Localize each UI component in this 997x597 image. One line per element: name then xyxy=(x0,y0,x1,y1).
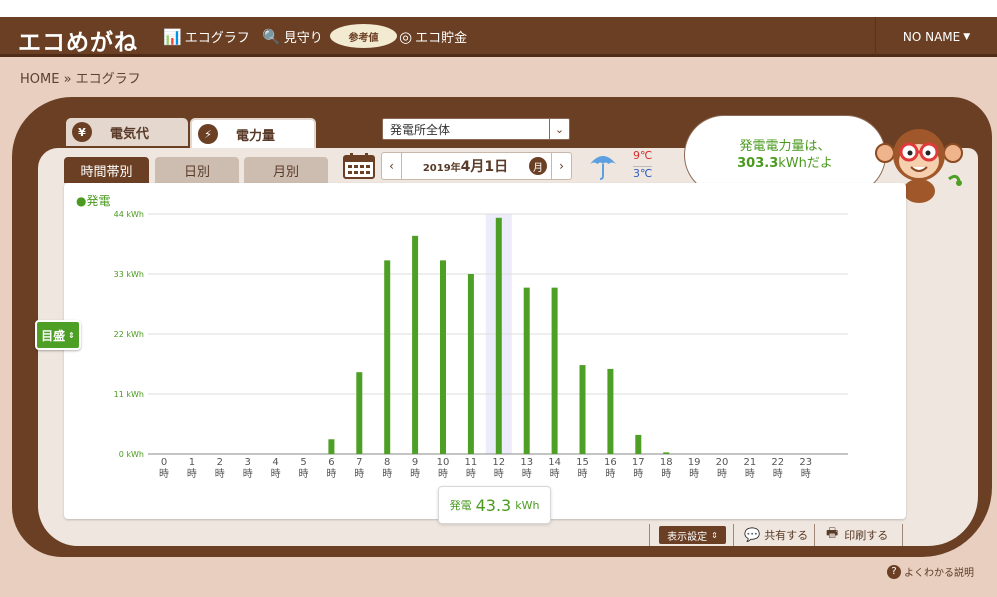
x-tick-suffix: 時 xyxy=(410,468,420,480)
help-link[interactable]: ? よくわかる説明 xyxy=(887,564,974,579)
y-tick-label: 33 kWh xyxy=(114,270,144,279)
x-tick-suffix: 時 xyxy=(271,468,281,480)
x-tick-label: 14 xyxy=(548,457,561,468)
divider xyxy=(902,524,903,546)
bar xyxy=(495,217,502,454)
x-tick-label: 5 xyxy=(300,457,306,468)
printer-icon: 🖶 xyxy=(826,526,839,541)
bar xyxy=(523,287,530,454)
x-tick-label: 22 xyxy=(771,457,784,468)
x-tick-label: 15 xyxy=(576,457,589,468)
x-tick-suffix: 時 xyxy=(605,468,615,480)
display-settings-button[interactable]: 表示設定 ⇕ xyxy=(659,526,726,544)
x-tick-label: 2 xyxy=(217,457,223,468)
bar xyxy=(607,368,614,454)
x-tick-suffix: 時 xyxy=(773,468,783,480)
bar xyxy=(635,434,642,454)
x-tick-suffix: 時 xyxy=(745,468,755,480)
bar xyxy=(384,260,391,454)
y-tick-label: 11 kWh xyxy=(114,390,144,399)
x-tick-suffix: 時 xyxy=(187,468,197,480)
x-tick-label: 20 xyxy=(716,457,729,468)
x-tick-label: 4 xyxy=(272,457,278,468)
x-tick-label: 6 xyxy=(328,457,334,468)
x-tick-suffix: 時 xyxy=(522,468,532,480)
y-tick-label: 0 kWh xyxy=(119,450,144,459)
x-tick-label: 17 xyxy=(632,457,645,468)
bar xyxy=(328,439,335,454)
x-tick-label: 10 xyxy=(437,457,450,468)
x-tick-suffix: 時 xyxy=(550,468,560,480)
bar xyxy=(579,365,586,454)
bar xyxy=(663,452,670,454)
x-tick-suffix: 時 xyxy=(438,468,448,480)
x-tick-suffix: 時 xyxy=(243,468,253,480)
x-tick-suffix: 時 xyxy=(633,468,643,480)
question-icon: ? xyxy=(887,564,901,579)
x-tick-label: 3 xyxy=(245,457,251,468)
tooltip-label: 発電 xyxy=(449,499,472,512)
x-tick-label: 0 xyxy=(161,457,167,468)
x-tick-label: 19 xyxy=(688,457,701,468)
divider xyxy=(649,524,650,546)
x-tick-suffix: 時 xyxy=(494,468,504,480)
bar xyxy=(412,235,419,454)
y-tick-label: 22 kWh xyxy=(114,330,144,339)
divider xyxy=(814,524,815,546)
x-tick-label: 8 xyxy=(384,457,390,468)
bar xyxy=(440,260,446,454)
x-tick-label: 7 xyxy=(356,457,362,468)
x-tick-suffix: 時 xyxy=(689,468,699,480)
x-tick-suffix: 時 xyxy=(717,468,727,480)
x-tick-suffix: 時 xyxy=(578,468,588,480)
bar xyxy=(551,287,558,454)
y-tick-label: 44 kWh xyxy=(114,210,144,219)
x-tick-label: 9 xyxy=(412,457,418,468)
share-label: 共有する xyxy=(764,529,809,542)
tooltip-value: 43.3 xyxy=(475,495,512,515)
x-tick-label: 23 xyxy=(799,457,812,468)
divider xyxy=(733,524,734,546)
display-settings-label: 表示設定 xyxy=(667,531,708,543)
x-tick-label: 13 xyxy=(520,457,533,468)
sort-arrows-icon: ⇕ xyxy=(711,530,718,540)
x-tick-suffix: 時 xyxy=(326,468,336,480)
x-tick-label: 16 xyxy=(604,457,617,468)
x-tick-suffix: 時 xyxy=(382,468,392,480)
bar xyxy=(467,274,474,454)
print-button[interactable]: 🖶 印刷する xyxy=(826,524,888,546)
x-tick-suffix: 時 xyxy=(354,468,364,480)
x-tick-suffix: 時 xyxy=(801,468,811,480)
share-button[interactable]: 💬 共有する xyxy=(744,524,808,546)
print-label: 印刷する xyxy=(844,529,889,542)
speech-bubble-icon: 💬 xyxy=(744,527,761,543)
tooltip-unit: kWh xyxy=(515,498,540,512)
bar xyxy=(356,372,363,454)
x-tick-suffix: 時 xyxy=(466,468,476,480)
value-tooltip: 発電 43.3 kWh xyxy=(438,486,551,524)
x-tick-label: 18 xyxy=(660,457,673,468)
x-tick-label: 11 xyxy=(465,457,478,468)
x-tick-suffix: 時 xyxy=(215,468,225,480)
x-tick-label: 12 xyxy=(492,457,505,468)
help-label: よくわかる説明 xyxy=(904,568,974,579)
x-tick-label: 21 xyxy=(744,457,757,468)
x-tick-suffix: 時 xyxy=(661,468,671,480)
x-tick-label: 1 xyxy=(189,457,195,468)
x-tick-suffix: 時 xyxy=(159,468,169,480)
x-tick-suffix: 時 xyxy=(299,468,309,480)
